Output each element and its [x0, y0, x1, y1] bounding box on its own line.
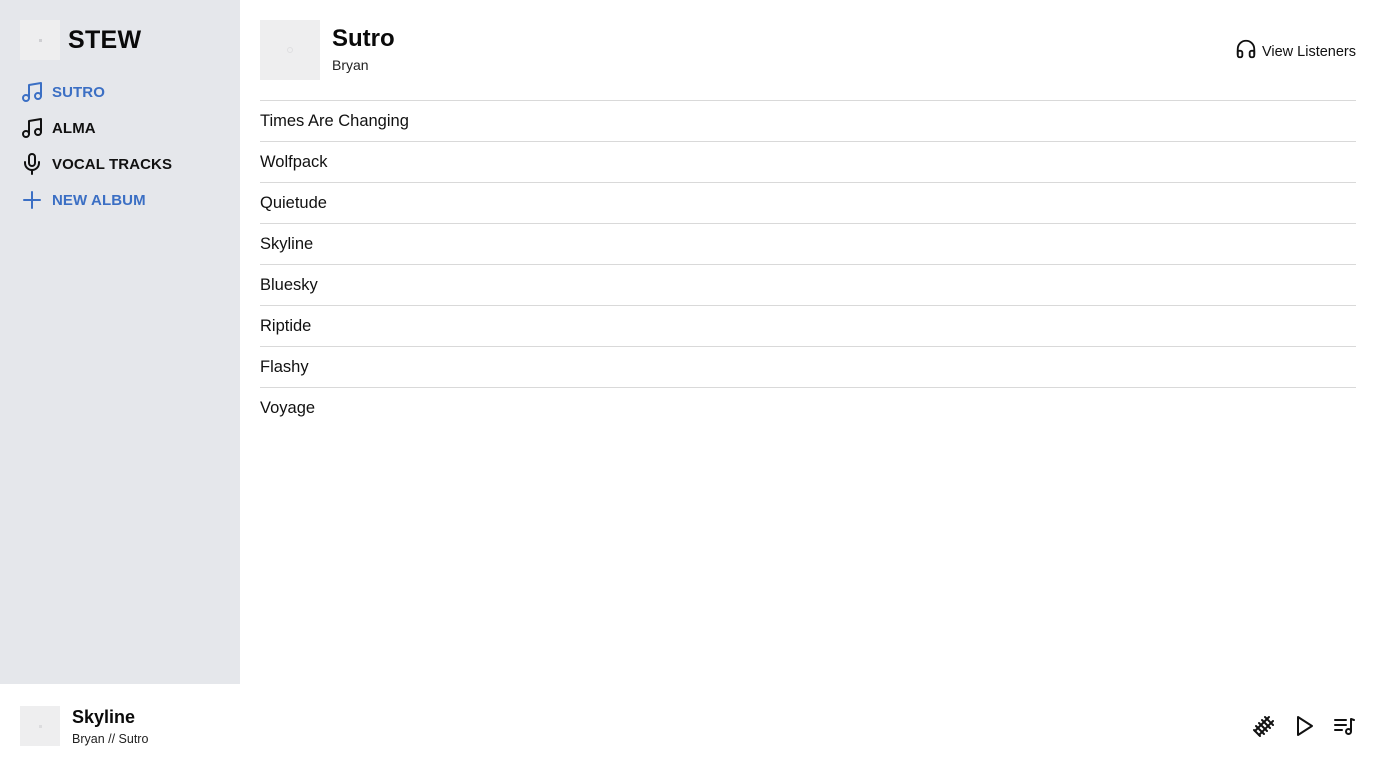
sidebar-item-label: VOCAL TRACKS — [52, 155, 173, 173]
album-header: Sutro Bryan View Listeners — [260, 20, 1356, 80]
play-icon[interactable] — [1292, 714, 1316, 738]
sidebar-item-vocal-tracks[interactable]: VOCAL TRACKS — [20, 146, 220, 182]
sidebar-nav: SUTRO ALMA VOCAL TRACKS NEW ALBUM — [20, 74, 220, 218]
track-row[interactable]: Flashy — [260, 347, 1356, 388]
album-cover — [260, 20, 320, 80]
sidebar-item-label: ALMA — [52, 119, 96, 137]
player-controls — [1236, 714, 1356, 738]
track-row[interactable]: Times Are Changing — [260, 101, 1356, 142]
now-playing-cover — [20, 706, 60, 746]
view-listeners-button[interactable]: View Listeners — [1235, 38, 1356, 65]
album-artist: Bryan — [332, 57, 369, 73]
album-title: Sutro — [332, 25, 395, 52]
now-playing-subtitle: Bryan // Sutro — [72, 732, 149, 746]
plus-icon — [20, 188, 44, 212]
track-row[interactable]: Wolfpack — [260, 142, 1356, 183]
app-logo — [20, 20, 60, 60]
sidebar-item-label: SUTRO — [52, 83, 105, 101]
now-playing-bar: Skyline Bryan // Sutro — [0, 684, 1376, 768]
now-playing-title: Skyline — [72, 707, 136, 727]
new-album-label: NEW ALBUM — [52, 191, 146, 209]
brand: STEW — [20, 20, 141, 60]
queue-music-icon[interactable] — [1332, 714, 1356, 738]
headphones-icon — [1235, 38, 1257, 65]
track-row[interactable]: Quietude — [260, 183, 1356, 224]
new-album-button[interactable]: NEW ALBUM — [20, 182, 220, 218]
track-list: Times Are Changing Wolfpack Quietude Sky… — [260, 100, 1356, 429]
music-note-icon — [20, 116, 44, 140]
sidebar-item-sutro[interactable]: SUTRO — [20, 74, 220, 110]
sidebar: STEW SUTRO ALMA VOCAL TRACKS NEW ALBUM — [0, 0, 240, 684]
track-row[interactable]: Skyline — [260, 224, 1356, 265]
track-row[interactable]: Bluesky — [260, 265, 1356, 306]
album-view: Sutro Bryan View Listeners Times Are Cha… — [260, 20, 1356, 417]
railroad-track-icon[interactable] — [1252, 714, 1276, 738]
sidebar-item-alma[interactable]: ALMA — [20, 110, 220, 146]
view-listeners-label: View Listeners — [1261, 43, 1356, 60]
music-note-icon — [20, 80, 44, 104]
track-row[interactable]: Voyage — [260, 388, 1356, 429]
app-title: STEW — [68, 25, 142, 54]
track-row[interactable]: Riptide — [260, 306, 1356, 347]
microphone-icon — [20, 152, 44, 176]
